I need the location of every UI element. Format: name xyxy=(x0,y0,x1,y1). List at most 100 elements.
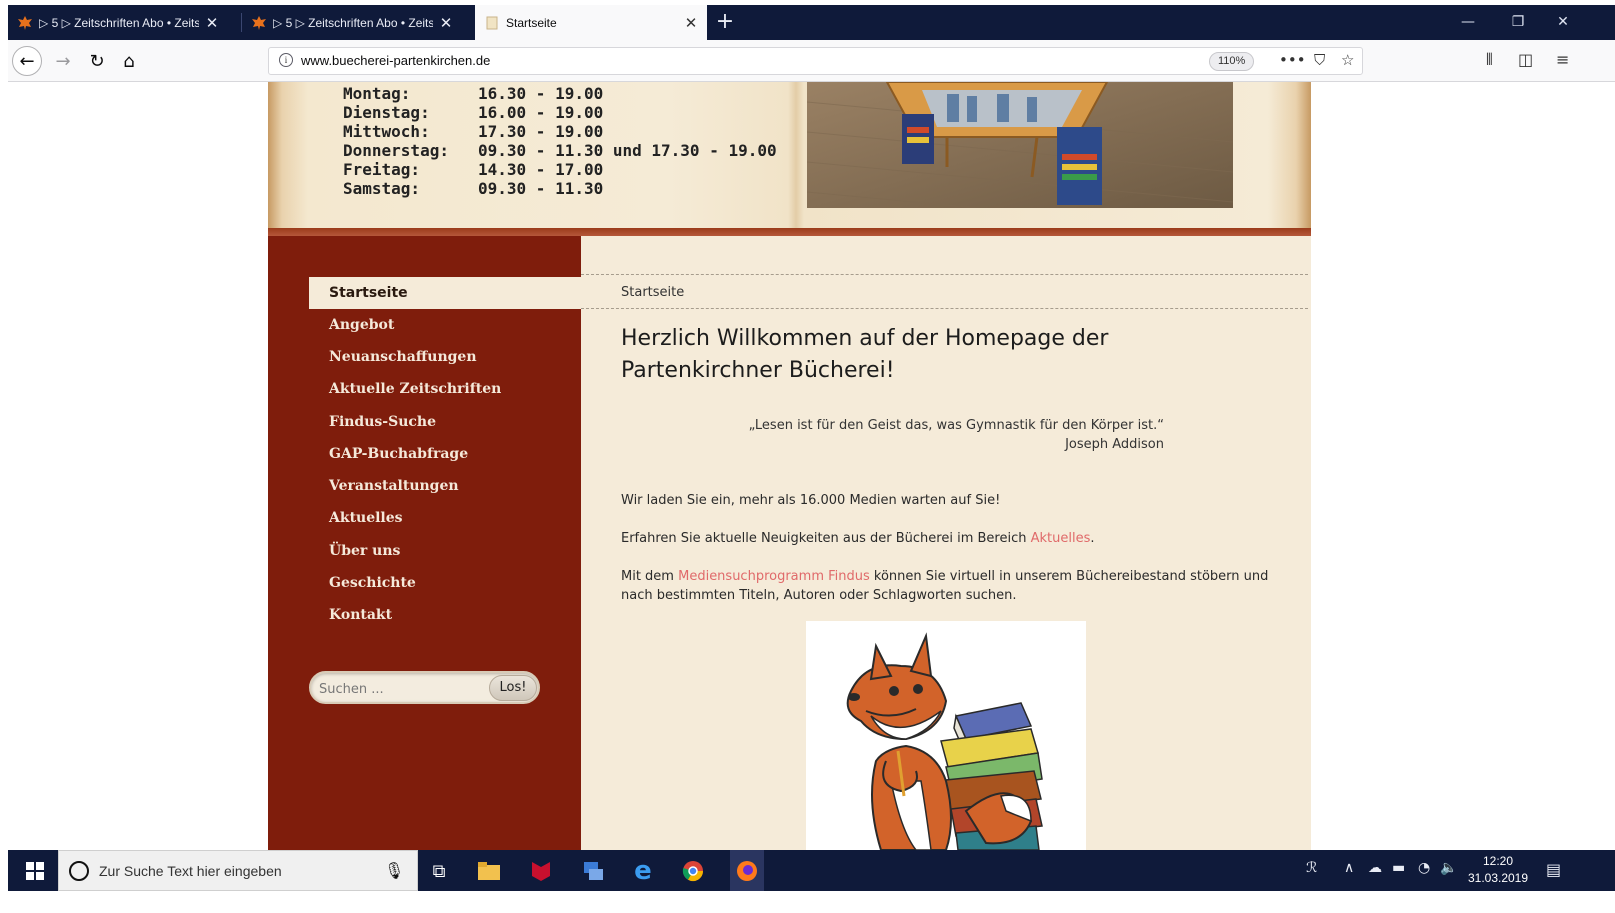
restore-window-icon[interactable]: ❐ xyxy=(1498,5,1538,40)
paragraph-text: Mit dem xyxy=(621,569,679,584)
opening-hours: Montag: 16.30 - 19.00 Dienstag: 16.00 - 19… xyxy=(343,84,777,198)
quote-text: „Lesen ist für den Geist das, was Gymnas… xyxy=(748,418,1164,433)
task-view-icon[interactable]: ⧉ xyxy=(426,858,452,884)
onedrive-icon[interactable]: ☁ xyxy=(1368,860,1382,876)
page-actions-icon[interactable]: ••• xyxy=(1279,51,1306,69)
home-icon[interactable]: ⌂ xyxy=(114,46,144,76)
sidebar-item-findus-suche[interactable]: Findus-Suche xyxy=(309,406,581,438)
browser-tab-bar: ▷ 5 ▷ Zeitschriften Abo • Zeits ✕ ▷ 5 ▷ … xyxy=(8,5,1615,40)
search-input[interactable] xyxy=(319,679,484,699)
bookmark-star-icon[interactable]: ☆ xyxy=(1341,51,1354,69)
maple-leaf-favicon-icon xyxy=(18,15,32,30)
library-icon[interactable]: ⫴ xyxy=(1486,50,1493,70)
new-tab-button[interactable]: + xyxy=(710,5,740,40)
page-favicon-icon xyxy=(486,16,498,29)
clock-date: 31.03.2019 xyxy=(1467,871,1529,885)
volume-icon[interactable]: 🔈 xyxy=(1440,860,1457,876)
zoom-indicator[interactable]: 110% xyxy=(1209,52,1255,71)
hours-row: Dienstag: 16.00 - 19.00 xyxy=(343,103,777,122)
cortana-icon xyxy=(69,861,89,881)
hours-time: 14.30 - 17.00 xyxy=(478,160,604,179)
tab-close-icon[interactable]: ✕ xyxy=(684,14,698,32)
network-app-icon[interactable] xyxy=(580,858,606,884)
search-button[interactable]: Los! xyxy=(489,675,537,701)
sidebar-item-angebot[interactable]: Angebot xyxy=(309,309,581,341)
show-hidden-icons-icon[interactable]: ∧ xyxy=(1344,860,1354,876)
edge-icon[interactable]: e xyxy=(630,856,656,886)
browser-tab-active[interactable]: Startseite ✕ xyxy=(475,5,707,40)
taskbar-clock[interactable]: 12:20 31.03.2019 xyxy=(1463,853,1533,887)
taskbar-search-text: Zur Suche Text hier eingeben xyxy=(99,863,282,879)
paragraph-text: . xyxy=(1090,531,1095,546)
sidebar-toggle-icon[interactable]: ◫ xyxy=(1518,50,1533,69)
tab-title: ▷ 5 ▷ Zeitschriften Abo • Zeits xyxy=(39,15,199,30)
sidebar-item-aktuelles[interactable]: Aktuelles xyxy=(309,502,581,534)
microphone-icon[interactable]: 🎙 xyxy=(384,861,404,880)
notifications-icon[interactable]: ▤ xyxy=(1546,860,1561,879)
findus-paragraph: Mit dem Mediensuchprogramm Findus können… xyxy=(621,567,1281,605)
quote-author: Joseph Addison xyxy=(1065,437,1164,452)
tab-title: ▷ 5 ▷ Zeitschriften Abo • Zeits xyxy=(273,15,433,30)
taskbar-search-box[interactable]: Zur Suche Text hier eingeben 🎙 xyxy=(58,850,418,891)
reload-icon[interactable]: ↻ xyxy=(82,46,112,76)
hours-row: Freitag: 14.30 - 17.00 xyxy=(343,160,777,179)
windows-taskbar: Zur Suche Text hier eingeben 🎙 ⧉ e ℛ ∧ ☁… xyxy=(8,850,1615,891)
sidebar-item-veranstaltungen[interactable]: Veranstaltungen xyxy=(309,470,581,502)
sidebar-item-gap-buchabfrage[interactable]: GAP-Buchabfrage xyxy=(309,438,581,470)
main-content: Startseite Herzlich Willkommen auf der H… xyxy=(581,236,1311,850)
hours-day: Samstag: xyxy=(343,179,421,198)
tab-close-icon[interactable]: ✕ xyxy=(205,14,219,32)
hours-row: Montag: 16.30 - 19.00 xyxy=(343,84,777,103)
info-icon[interactable]: i xyxy=(279,53,293,67)
hours-day: Mittwoch: xyxy=(343,122,430,141)
hours-day: Dienstag: xyxy=(343,103,430,122)
chrome-icon[interactable] xyxy=(680,858,706,884)
hours-row: Mittwoch: 17.30 - 19.00 xyxy=(343,122,777,141)
sidebar-item-aktuelle-zeitschriften[interactable]: Aktuelle Zeitschriften xyxy=(309,373,581,405)
header-bottom-band xyxy=(268,228,1311,236)
hours-row: Donnerstag: 09.30 - 11.30 und 17.30 - 19.… xyxy=(343,141,777,160)
hours-time: 16.00 - 19.00 xyxy=(478,103,604,122)
browser-nav-bar: ← → ↻ ⌂ i www.buecherei-partenkirchen.de… xyxy=(8,40,1615,82)
back-arrow-icon[interactable]: ← xyxy=(12,46,42,76)
tab-close-icon[interactable]: ✕ xyxy=(439,14,453,32)
maple-leaf-favicon-icon xyxy=(252,15,266,30)
tab-title: Startseite xyxy=(506,15,557,30)
windows-start-icon[interactable] xyxy=(22,858,48,884)
web-page: Montag: 16.30 - 19.00 Dienstag: 16.00 - 19… xyxy=(8,82,1615,850)
forward-arrow-icon[interactable]: → xyxy=(48,46,78,76)
paragraph-text: Erfahren Sie aktuelle Neuigkeiten aus de… xyxy=(621,531,1031,546)
sidebar-item-geschichte[interactable]: Geschichte xyxy=(309,567,581,599)
menu-icon[interactable]: ≡ xyxy=(1556,50,1569,69)
browser-tab-1[interactable]: ▷ 5 ▷ Zeitschriften Abo • Zeits ✕ xyxy=(8,5,240,40)
browser-tab-2[interactable]: ▷ 5 ▷ Zeitschriften Abo • Zeits ✕ xyxy=(242,5,474,40)
pocket-icon[interactable]: ⛉ xyxy=(1314,51,1325,69)
minimize-window-icon[interactable]: — xyxy=(1448,5,1488,40)
firefox-icon[interactable] xyxy=(730,850,764,891)
fox-with-books-illustration xyxy=(806,621,1086,850)
mcafee-icon[interactable] xyxy=(528,858,554,884)
sidebar-item-kontakt[interactable]: Kontakt xyxy=(309,599,581,631)
hours-day: Donnerstag: xyxy=(343,141,449,160)
sidebar-item-ueber-uns[interactable]: Über uns xyxy=(309,535,581,567)
divider xyxy=(581,308,1308,309)
library-photo xyxy=(807,82,1233,208)
intro-paragraph: Wir laden Sie ein, mehr als 16.000 Medie… xyxy=(621,493,1001,508)
hours-day: Freitag: xyxy=(343,160,421,179)
wifi-icon[interactable]: ◔ xyxy=(1418,860,1430,876)
people-icon[interactable]: ℛ xyxy=(1306,860,1317,876)
close-window-icon[interactable]: ✕ xyxy=(1543,5,1583,40)
hours-row: Samstag: 09.30 - 11.30 xyxy=(343,179,777,198)
aktuelles-link[interactable]: Aktuelles xyxy=(1031,531,1091,546)
battery-icon[interactable]: ▬ xyxy=(1392,860,1405,876)
hours-time: 17.30 - 19.00 xyxy=(478,122,604,141)
sidebar-item-neuanschaffungen[interactable]: Neuanschaffungen xyxy=(309,341,581,373)
file-explorer-icon[interactable] xyxy=(476,858,502,884)
findus-link[interactable]: Mediensuchprogramm Findus xyxy=(678,569,870,584)
screen: ▷ 5 ▷ Zeitschriften Abo • Zeits ✕ ▷ 5 ▷ … xyxy=(0,0,1615,913)
breadcrumb: Startseite xyxy=(621,285,685,300)
url-bar[interactable]: i www.buecherei-partenkirchen.de 110% ••… xyxy=(268,47,1363,75)
hours-time: 09.30 - 11.30 und 17.30 - 19.00 xyxy=(478,141,777,160)
sidebar-item-startseite[interactable]: Startseite xyxy=(309,277,581,309)
sidebar: Startseite Angebot Neuanschaffungen Aktu… xyxy=(268,236,581,850)
